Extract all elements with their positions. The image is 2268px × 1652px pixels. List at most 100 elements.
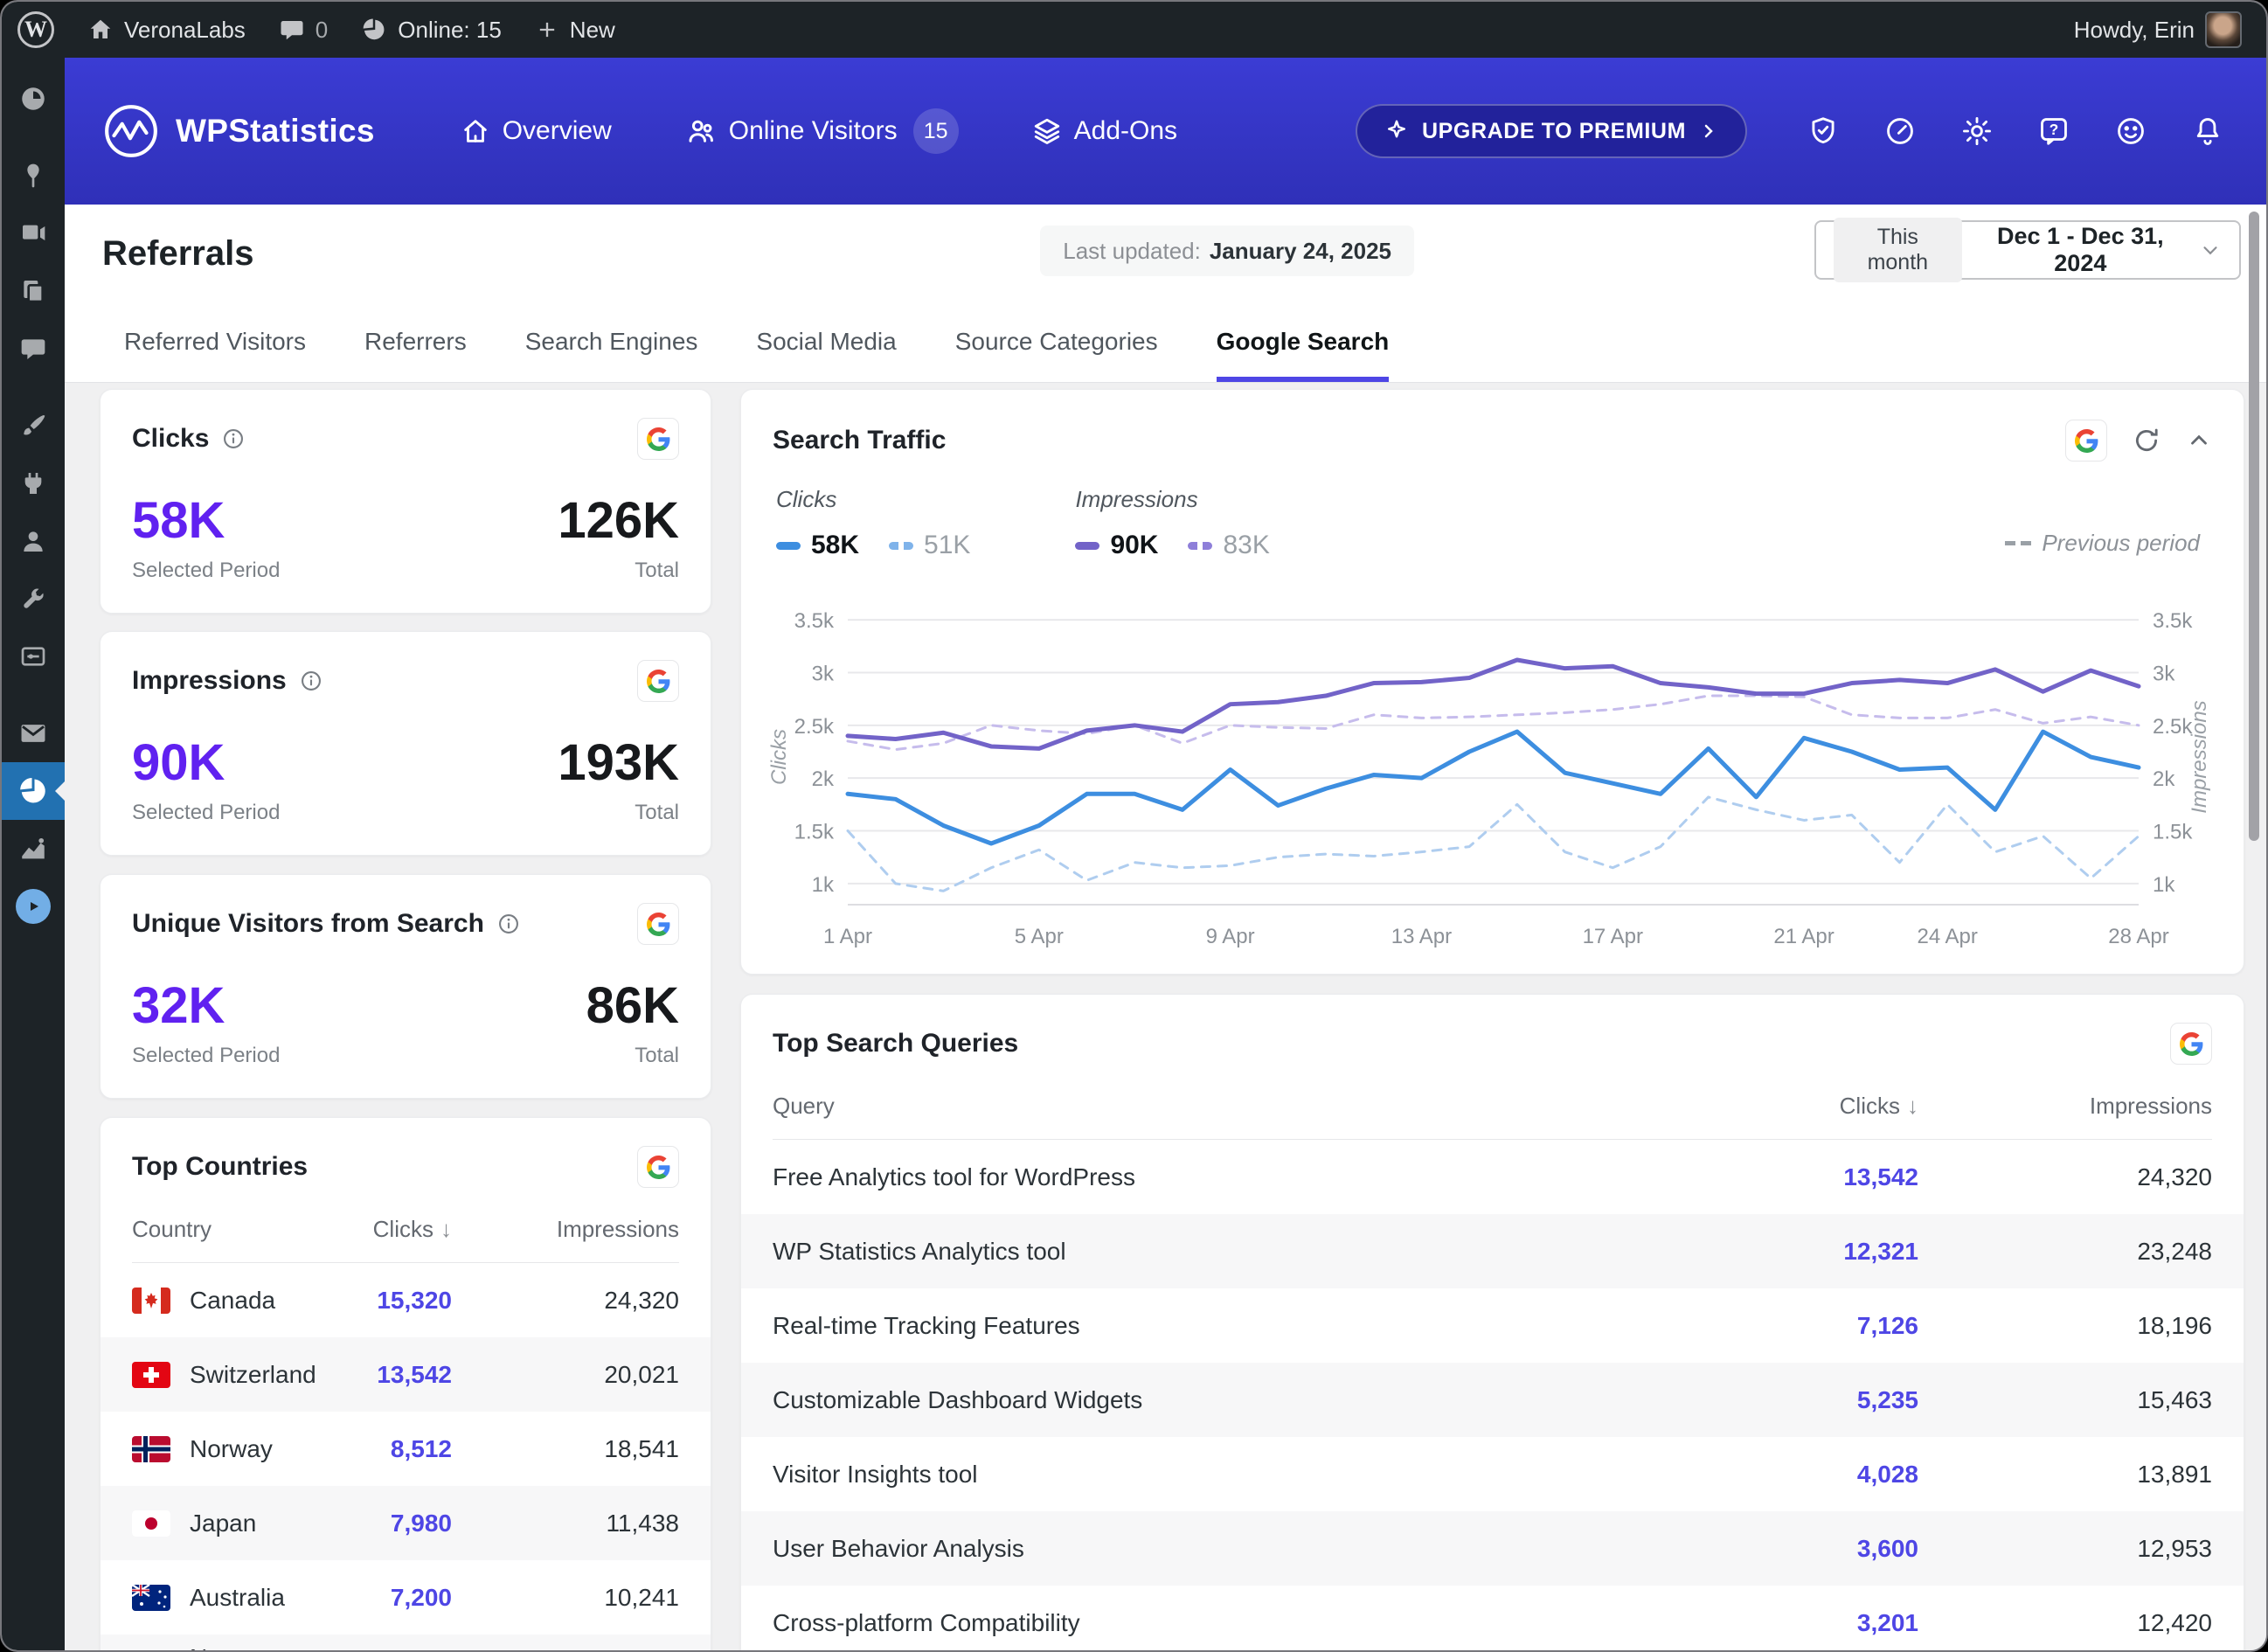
country-row-switzerland: Switzerland13,54220,021 (101, 1337, 711, 1412)
column-clicks[interactable]: Clicks↓ (321, 1216, 452, 1243)
date-range-picker[interactable]: This month Dec 1 - Dec 31, 2024 (1814, 220, 2241, 280)
feedback-button[interactable] (2114, 115, 2147, 148)
legend-clicks-previous[interactable]: 51K (889, 531, 970, 560)
tab-google-search[interactable]: Google Search (1217, 328, 1390, 382)
countries-table-body: Canada15,32024,320Switzerland13,54220,02… (132, 1263, 679, 1650)
country-clicks[interactable]: 7,980 (321, 1510, 452, 1537)
app-window: W VeronaLabs 0 Online: 15 New Howdy, Eri… (0, 0, 2268, 1652)
nav-overview[interactable]: Overview (461, 116, 612, 146)
tab-social-media[interactable]: Social Media (756, 328, 896, 382)
column-impressions[interactable]: Impressions (1918, 1093, 2212, 1120)
query-clicks[interactable]: 3,600 (1744, 1535, 1918, 1563)
new-menu[interactable]: New (535, 17, 615, 44)
country-clicks[interactable]: 8,512 (321, 1435, 452, 1463)
country-name: Australia (190, 1584, 285, 1612)
dashboard-icon (18, 84, 48, 114)
google-icon (637, 418, 679, 460)
upgrade-label: UPGRADE TO PREMIUM (1422, 119, 1686, 144)
country-clicks[interactable]: 15,320 (321, 1287, 452, 1315)
sidebar-item-appearance[interactable] (2, 397, 65, 455)
column-country[interactable]: Country (132, 1216, 321, 1243)
wp-logo-menu[interactable]: W (17, 11, 54, 48)
howdy-menu[interactable]: Howdy, Erin (2074, 11, 2242, 48)
refresh-button[interactable] (2132, 426, 2161, 455)
online-menu[interactable]: Online: 15 (361, 17, 502, 44)
site-name-menu[interactable]: VeronaLabs (87, 17, 246, 44)
legend-impressions-previous[interactable]: 83K (1188, 531, 1269, 560)
x-tick: 28 Apr (2108, 925, 2168, 948)
nav-addons[interactable]: Add-Ons (1032, 116, 1177, 146)
scrollbar-thumb[interactable] (2249, 212, 2259, 841)
x-tick: 1 Apr (823, 925, 872, 948)
x-tick: 21 Apr (1773, 925, 1834, 948)
info-icon[interactable] (221, 427, 246, 451)
column-impressions[interactable]: Impressions (452, 1216, 679, 1243)
gear-button[interactable] (1960, 115, 1994, 148)
clicks-previous-swatch (889, 542, 913, 550)
sidebar-item-media[interactable] (2, 205, 65, 262)
info-icon[interactable] (299, 669, 323, 693)
legend-impressions-current[interactable]: 90K (1075, 531, 1158, 560)
sidebar-item-settings[interactable] (2, 628, 65, 685)
sidebar-item-dashboard[interactable] (2, 70, 65, 128)
legend-clicks-current[interactable]: 58K (776, 531, 859, 560)
y-tick-left: 3k (812, 662, 835, 685)
sidebar-item-posts[interactable] (2, 147, 65, 205)
top-countries-title: Top Countries (132, 1152, 308, 1182)
sidebar-item-comments[interactable] (2, 320, 65, 378)
total-label: Total (558, 801, 679, 825)
query-clicks[interactable]: 13,542 (1744, 1163, 1918, 1191)
gauge-icon (1883, 115, 1917, 148)
search-traffic-chart[interactable]: 1k1k1.5k1.5k2k2k2.5k2.5k3k3k3.5k3.5k1 Ap… (773, 587, 2214, 954)
query-text: Customizable Dashboard Widgets (773, 1386, 1744, 1414)
notifications-button[interactable] (2191, 115, 2224, 148)
plus-icon (535, 17, 559, 42)
google-icon (637, 1146, 679, 1188)
wpstatistics-brand[interactable]: WPStatistics (102, 102, 375, 160)
sidebar-item-analytics[interactable] (2, 820, 65, 878)
tab-referred-visitors[interactable]: Referred Visitors (124, 328, 306, 382)
country-clicks[interactable]: 7,200 (321, 1584, 452, 1612)
tab-source-categories[interactable]: Source Categories (955, 328, 1158, 382)
query-clicks[interactable]: 7,126 (1744, 1312, 1918, 1340)
column-query[interactable]: Query (773, 1093, 1744, 1120)
y-tick-right: 1.5k (2153, 821, 2193, 844)
gauge-button[interactable] (1883, 115, 1917, 148)
sidebar-item-plugins[interactable] (2, 455, 65, 512)
collapse-button[interactable] (2186, 427, 2212, 454)
nav-online-visitors[interactable]: Online Visitors 15 (685, 108, 959, 154)
sidebar-item-video[interactable] (2, 878, 65, 935)
tab-referrers[interactable]: Referrers (364, 328, 467, 382)
query-impressions: 12,953 (1918, 1535, 2212, 1563)
sidebar-item-statistics[interactable] (2, 762, 65, 820)
query-clicks[interactable]: 3,201 (1744, 1609, 1918, 1637)
query-impressions: 15,463 (1918, 1386, 2212, 1414)
query-row: Free Analytics tool for WordPress13,5422… (773, 1140, 2212, 1214)
info-icon[interactable] (496, 912, 521, 936)
shield-check-button[interactable] (1807, 115, 1840, 148)
comments-menu[interactable]: 0 (279, 17, 328, 44)
sidebar-item-tools[interactable] (2, 570, 65, 628)
country-clicks[interactable]: 13,542 (321, 1361, 452, 1389)
upgrade-premium-button[interactable]: UPGRADE TO PREMIUM (1356, 104, 1747, 158)
sidebar-item-users[interactable] (2, 512, 65, 570)
y-tick-right: 2k (2153, 767, 2175, 791)
unique-total-value: 86K (586, 981, 679, 1031)
unique-visitors-card-title: Unique Visitors from Search (132, 909, 484, 939)
country-impressions: 11,438 (452, 1510, 679, 1537)
chevron-up-icon (2186, 427, 2212, 454)
ca-flag-icon (132, 1288, 170, 1314)
column-clicks[interactable]: Clicks↓ (1744, 1093, 1918, 1120)
query-text: WP Statistics Analytics tool (773, 1238, 1744, 1266)
query-text: User Behavior Analysis (773, 1535, 1744, 1563)
sidebar-item-mail[interactable] (2, 705, 65, 762)
x-tick: 24 Apr (1917, 925, 1977, 948)
sidebar-item-pages[interactable] (2, 262, 65, 320)
tab-search-engines[interactable]: Search Engines (525, 328, 698, 382)
gear-icon (1960, 115, 1994, 148)
query-clicks[interactable]: 5,235 (1744, 1386, 1918, 1414)
query-clicks[interactable]: 4,028 (1744, 1461, 1918, 1489)
query-row: WP Statistics Analytics tool12,32123,248 (741, 1214, 2244, 1288)
query-clicks[interactable]: 12,321 (1744, 1238, 1918, 1266)
help-button[interactable]: ? (2037, 115, 2070, 148)
